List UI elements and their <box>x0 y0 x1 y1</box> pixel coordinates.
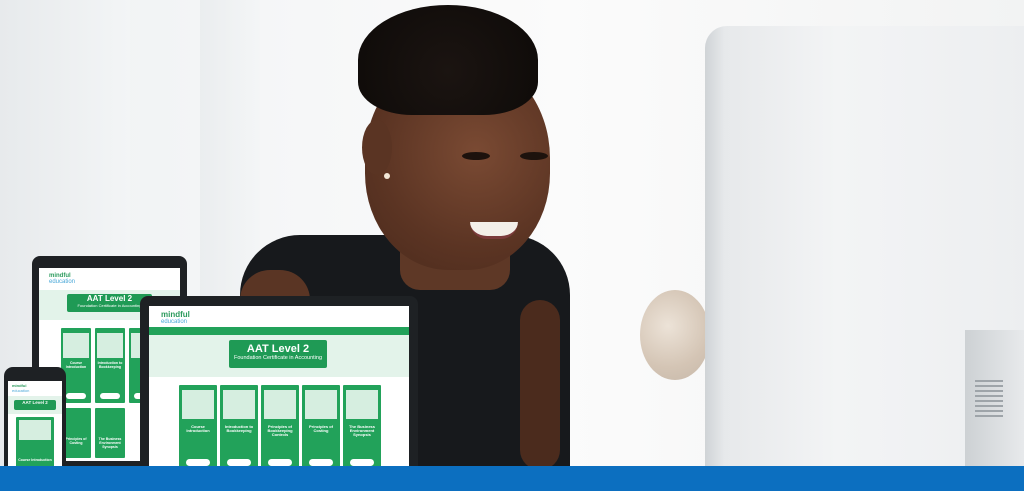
laptop-module-card[interactable]: Principles of Bookkeeping Controls <box>261 385 299 471</box>
learn-more-button[interactable] <box>185 458 211 466</box>
tablet-module-card[interactable]: Introduction to Bookkeeping <box>95 328 125 403</box>
laptop-device: mindful education AAT Level 2 Foundation… <box>140 296 418 478</box>
laptop-module-card[interactable]: Introduction to Bookkeeping <box>220 385 258 471</box>
tablet-logo: mindful education <box>49 273 76 285</box>
learn-more-button[interactable] <box>226 458 252 466</box>
monitor-vent <box>975 380 1003 420</box>
learn-more-button[interactable] <box>308 458 334 466</box>
hero-photo: mindful education AAT Level 2 Foundation… <box>0 0 1024 491</box>
person-ear <box>362 120 392 175</box>
laptop-module-card[interactable]: Course Introduction <box>179 385 217 471</box>
learn-more-button[interactable] <box>349 458 375 466</box>
laptop-module-card[interactable]: The Business Environment Synopsis <box>343 385 381 471</box>
tablet-module-card[interactable]: The Business Environment Synopsis <box>95 408 125 458</box>
person-hair <box>358 5 538 115</box>
earring <box>384 173 390 179</box>
footer-bar <box>0 466 1024 491</box>
laptop-screen: mindful education AAT Level 2 Foundation… <box>149 306 409 473</box>
person-arm <box>520 300 560 470</box>
person-eye <box>520 152 548 160</box>
laptop-logo: mindful education <box>161 310 190 325</box>
background-plant <box>640 290 710 380</box>
laptop-course-title: AAT Level 2 Foundation Certificate in Ac… <box>229 340 327 368</box>
learn-more-button[interactable] <box>267 458 293 466</box>
laptop-module-card[interactable]: Principles of Costing <box>302 385 340 471</box>
phone-logo: mindful education <box>12 383 30 393</box>
person-eye <box>462 152 490 160</box>
phone-course-title: AAT Level 2 <box>14 400 56 410</box>
phone-screen: mindful education AAT Level 2 Course Int… <box>8 381 62 477</box>
